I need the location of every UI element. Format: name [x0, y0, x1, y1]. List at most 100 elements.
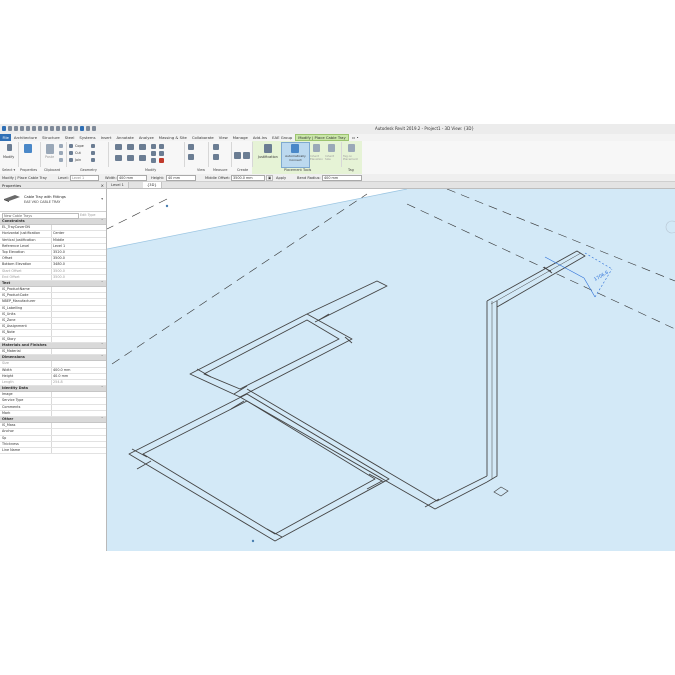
tab-7[interactable]: Analyze	[136, 134, 156, 141]
collapse-icon[interactable]: ˄	[101, 417, 103, 422]
join-button[interactable]: Join	[75, 158, 81, 162]
dimension-icon[interactable]	[50, 126, 54, 131]
property-value[interactable]: Level 1	[51, 243, 106, 249]
property-value[interactable]	[51, 293, 106, 299]
move-icon[interactable]	[115, 155, 122, 161]
tab-6[interactable]: Annotate	[114, 134, 136, 141]
select-panel-label[interactable]: Select ▾	[2, 168, 15, 172]
join-icon[interactable]	[69, 158, 73, 162]
section-icon[interactable]	[74, 126, 78, 131]
paint-icon[interactable]	[91, 151, 95, 155]
measure-tool-icon[interactable]	[213, 144, 219, 150]
drawing-area[interactable]: 1706.6	[107, 189, 675, 551]
property-value[interactable]	[51, 447, 106, 454]
justification-button[interactable]: Justification	[258, 143, 278, 165]
property-value[interactable]	[51, 324, 106, 330]
3d-view-icon[interactable]	[68, 126, 72, 131]
property-value[interactable]: 400.0 mm	[51, 367, 106, 373]
tab-8[interactable]: Massing & Site	[156, 134, 189, 141]
create-similar-icon[interactable]	[234, 152, 241, 159]
tab-4[interactable]: Systems	[77, 134, 98, 141]
property-value[interactable]	[51, 392, 106, 398]
revit-logo-icon[interactable]	[2, 126, 6, 131]
paste-button[interactable]: Paste	[43, 143, 57, 165]
property-value[interactable]: 3480.0	[51, 262, 106, 268]
property-value[interactable]	[51, 410, 106, 416]
tab-1[interactable]: Architecture	[11, 134, 39, 141]
apply-button[interactable]: Apply	[276, 176, 286, 180]
property-value[interactable]	[51, 311, 106, 317]
array-icon[interactable]	[151, 151, 156, 156]
redo-icon[interactable]	[32, 126, 36, 131]
override-graphics-icon[interactable]	[188, 144, 194, 150]
view-tab-0[interactable]: Level 1	[107, 182, 129, 188]
save-icon[interactable]	[14, 126, 18, 131]
lock-icon[interactable]: ▣	[266, 175, 274, 181]
thin-lines-icon[interactable]	[80, 126, 84, 131]
match-type-icon[interactable]	[59, 158, 63, 162]
tab-13[interactable]: EAE Group	[270, 134, 295, 141]
split-face-icon[interactable]	[91, 144, 95, 148]
property-value[interactable]	[51, 318, 106, 324]
aligned-dimension-icon[interactable]	[213, 154, 219, 160]
properties-button[interactable]	[21, 143, 35, 163]
text-icon[interactable]	[62, 126, 66, 131]
demolish-icon[interactable]	[91, 158, 95, 162]
property-value[interactable]	[51, 435, 106, 441]
property-value[interactable]: 40.0 mm	[51, 373, 106, 379]
collapse-icon[interactable]: ˄	[101, 355, 103, 360]
tab-3[interactable]: Steel	[62, 134, 77, 141]
cut-geometry-button[interactable]: Cut	[75, 151, 81, 155]
property-value[interactable]: Middle	[51, 237, 106, 243]
tab-15[interactable]: ▭ •	[349, 134, 361, 141]
rotate-icon[interactable]	[139, 155, 146, 161]
copy-element-icon[interactable]	[127, 155, 134, 161]
switch-windows-icon[interactable]	[92, 126, 96, 131]
scale-icon[interactable]	[159, 151, 164, 156]
align-icon[interactable]	[115, 144, 122, 150]
property-value[interactable]	[51, 429, 106, 435]
create-group-icon[interactable]	[243, 152, 250, 159]
copy-icon[interactable]	[59, 144, 63, 148]
property-value[interactable]	[51, 305, 106, 311]
tag-on-placement-button[interactable]: Tag on Placement	[343, 143, 360, 165]
reference-point[interactable]	[251, 539, 255, 543]
hide-in-view-icon[interactable]	[188, 154, 194, 160]
collapse-icon[interactable]: ˄	[101, 343, 103, 348]
height-field[interactable]: 40 mm	[166, 175, 196, 181]
cut-icon[interactable]	[59, 151, 63, 155]
tab-12[interactable]: Add-Ins	[250, 134, 269, 141]
property-value[interactable]	[51, 287, 106, 293]
type-selector[interactable]: Cable Tray with Fittings EAE VKO CABLE T…	[0, 189, 106, 212]
property-value[interactable]	[51, 225, 106, 231]
automatically-connect-button[interactable]: Automatically Connect	[281, 142, 310, 168]
tab-9[interactable]: Collaborate	[189, 134, 216, 141]
measure-icon[interactable]	[44, 126, 48, 131]
tab-2[interactable]: Structure	[40, 134, 63, 141]
pin-icon[interactable]	[151, 158, 156, 163]
property-value[interactable]	[51, 330, 106, 336]
width-field[interactable]: 400 mm	[117, 175, 147, 181]
close-hidden-icon[interactable]	[86, 126, 90, 131]
open-icon[interactable]	[8, 126, 12, 131]
property-value[interactable]	[51, 404, 106, 410]
property-value[interactable]: 3520.0	[51, 249, 106, 256]
property-value[interactable]	[51, 423, 106, 429]
cope-button[interactable]: Cope	[75, 144, 84, 148]
level-select[interactable]: Level 1	[70, 175, 99, 181]
print-icon[interactable]	[38, 126, 42, 131]
property-value[interactable]: Center	[51, 231, 106, 237]
mirror-axis-icon[interactable]	[139, 144, 146, 150]
cut-geometry-icon[interactable]	[69, 151, 73, 155]
view-tab-1[interactable]: {3D}	[143, 182, 162, 188]
close-icon[interactable]: ×	[101, 183, 104, 188]
property-value[interactable]	[51, 348, 106, 355]
property-value[interactable]	[51, 441, 106, 447]
property-value[interactable]	[51, 398, 106, 404]
collapse-icon[interactable]: ˄	[101, 386, 103, 391]
modify-tool-button[interactable]: Modify	[3, 143, 17, 163]
edit-type-button[interactable]: Edit Type	[80, 213, 95, 217]
sync-icon[interactable]	[20, 126, 24, 131]
bend-radius-field[interactable]: 400 mm	[322, 175, 362, 181]
collapse-icon[interactable]: ˄	[101, 219, 103, 224]
